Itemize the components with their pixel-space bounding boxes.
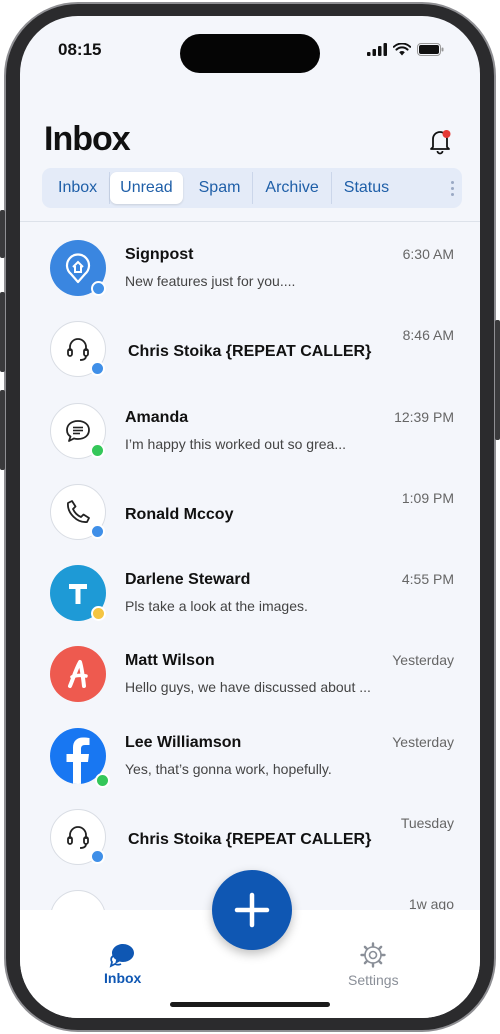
contact-name: Darlene Steward — [125, 571, 251, 589]
tab-inbox[interactable]: Inbox — [46, 172, 111, 204]
list-item[interactable]: Lee Williamson Yes, that’s gonna work, h… — [20, 710, 480, 791]
status-icons — [367, 43, 444, 56]
filter-tabs: Inbox Unread Spam Archive Status — [42, 168, 462, 208]
screen: 08:15 Inbox Inbox Unread Spam Archive St… — [20, 16, 480, 1018]
nav-settings[interactable]: Settings — [348, 942, 399, 988]
message-time: 1w ago — [408, 896, 454, 910]
message-time: Tuesday — [400, 815, 454, 832]
status-dot — [90, 849, 105, 865]
letter-a-logo-icon — [50, 646, 106, 703]
message-preview: New features just for you.... — [125, 273, 296, 289]
nav-settings-label: Settings — [348, 972, 399, 988]
notifications-button[interactable] — [425, 126, 455, 156]
contact-name: Matt Wilson — [125, 652, 215, 670]
tab-unread[interactable]: Unread — [110, 172, 183, 204]
compose-button[interactable] — [212, 870, 292, 950]
power-button — [495, 320, 500, 440]
conversation-list: Signpost New features just for you.... 6… — [20, 222, 480, 910]
message-time: 1:09 PM — [401, 489, 454, 506]
message-time: Yesterday — [392, 652, 454, 669]
message-time: 4:55 PM — [401, 571, 454, 588]
status-time: 08:15 — [58, 40, 102, 59]
contact-name: Chris Stoika {REPEAT CALLER} — [128, 343, 372, 361]
action-button — [0, 210, 5, 258]
bell-icon — [430, 130, 451, 155]
nav-inbox[interactable]: Inbox — [104, 942, 141, 986]
contact-name: Signpost — [125, 246, 194, 263]
contact-name: Amanda — [125, 408, 189, 426]
message-time: 8:46 AM — [402, 327, 454, 344]
phone-icon — [50, 483, 106, 540]
contact-name: Lee Williamson — [125, 733, 242, 751]
status-dot — [91, 281, 106, 296]
list-item[interactable]: Ronald Mccoy 1:09 PM — [20, 466, 480, 547]
avatar — [50, 890, 106, 910]
list-item[interactable]: Signpost New features just for you.... 6… — [20, 222, 480, 303]
status-dot — [90, 442, 105, 458]
plus-icon — [234, 892, 270, 928]
status-dot — [91, 606, 106, 622]
chat-bubbles-icon — [109, 944, 134, 968]
chat-bubble-icon — [50, 402, 106, 459]
list-item[interactable]: Matt Wilson Hello guys, we have discusse… — [20, 628, 480, 709]
list-item[interactable]: Amanda I’m happy this worked out so grea… — [20, 385, 480, 466]
tab-spam[interactable]: Spam — [187, 172, 254, 204]
contact-name: Chris Stoika {REPEAT CALLER} — [128, 831, 372, 849]
list-item[interactable]: Chris Stoika {REPEAT CALLER} 8:46 AM — [20, 303, 480, 384]
message-preview: I’m happy this worked out so grea... — [125, 435, 346, 452]
headset-icon — [50, 321, 106, 378]
signal-icon — [367, 43, 387, 56]
message-preview: Pls take a look at the images. — [125, 598, 308, 615]
nav-inbox-label: Inbox — [104, 970, 142, 986]
gear-icon — [360, 942, 386, 968]
home-indicator — [170, 1002, 330, 1007]
message-preview: Yes, that’s gonna work, hopefully. — [125, 760, 332, 777]
dynamic-island — [180, 34, 320, 73]
page-title: Inbox — [44, 120, 131, 158]
list-item[interactable]: Chris Stoika {REPEAT CALLER} Tuesday — [20, 791, 480, 872]
tab-archive[interactable]: Archive — [253, 172, 332, 204]
message-preview: Hello guys, we have discussed about ... — [125, 679, 371, 696]
volume-down-button — [0, 390, 5, 470]
message-time: 12:39 PM — [394, 408, 454, 425]
status-dot — [90, 523, 105, 539]
signpost-logo-icon — [50, 240, 106, 296]
contact-name: Ronald Mccoy — [125, 505, 234, 523]
letter-t-logo-icon — [50, 565, 106, 622]
volume-up-button — [0, 292, 5, 372]
status-dot — [90, 361, 105, 377]
status-dot — [95, 772, 110, 788]
message-time: 6:30 AM — [402, 246, 454, 262]
tab-status[interactable]: Status — [332, 172, 401, 204]
list-item[interactable]: Darlene Steward Pls take a look at the i… — [20, 547, 480, 628]
headset-icon — [50, 809, 106, 866]
battery-icon — [417, 43, 444, 56]
wifi-icon — [393, 43, 411, 56]
more-tabs-icon[interactable] — [451, 180, 454, 196]
message-time: Yesterday — [392, 733, 454, 750]
